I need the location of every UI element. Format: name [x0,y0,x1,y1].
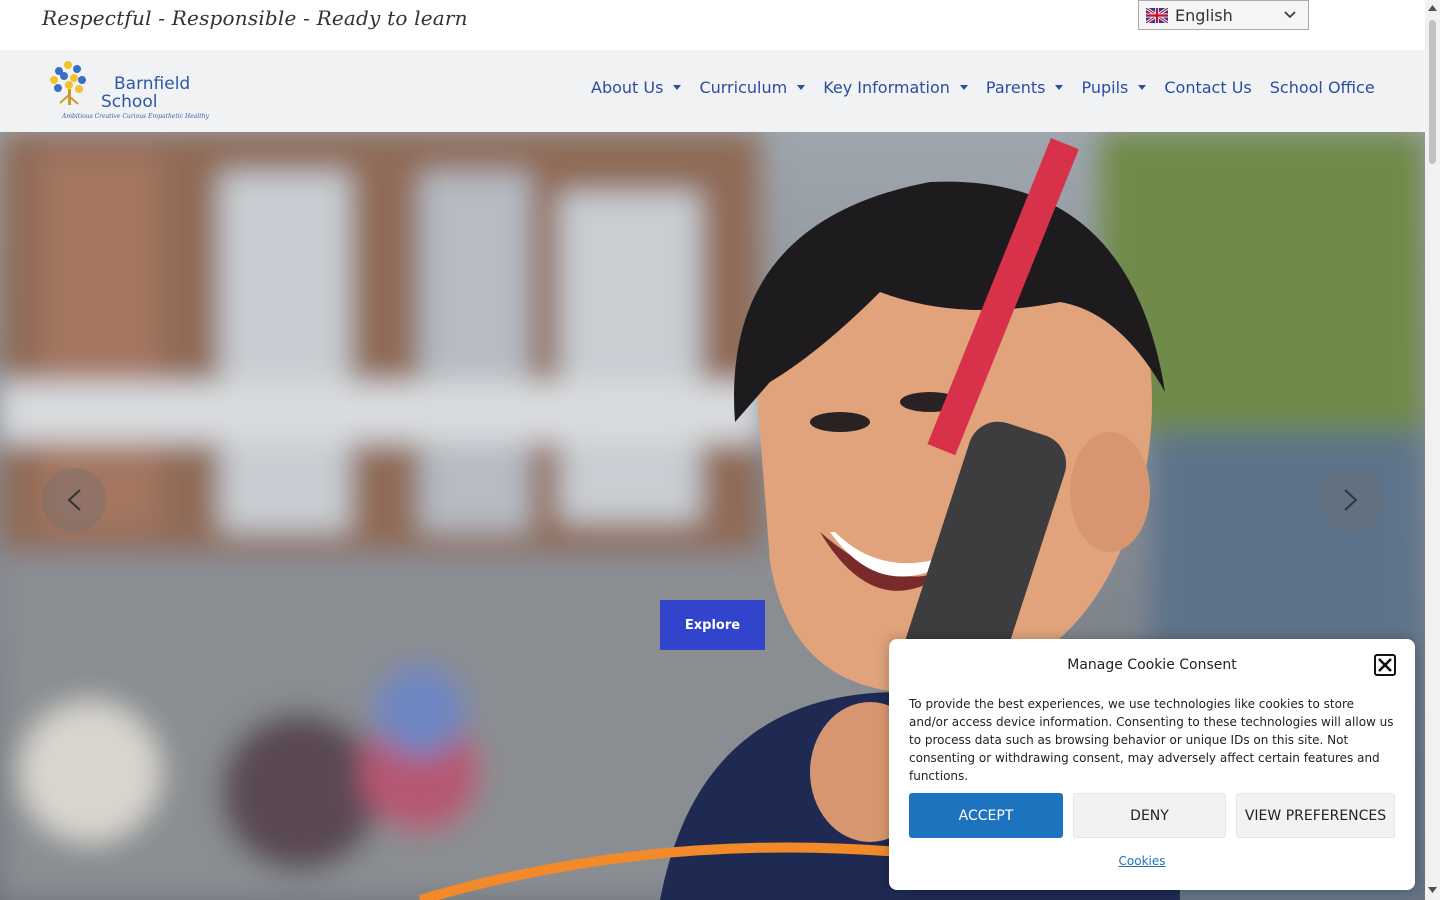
cookie-title: Manage Cookie Consent [1067,657,1237,673]
nav-label: Parents [985,78,1046,97]
main-nav: About Us Curriculum Key Information Pare… [591,78,1393,97]
scroll-down-arrow-icon[interactable] [1428,886,1437,894]
nav-item-parents[interactable]: Parents [986,78,1064,97]
chevron-right-icon [1344,489,1358,511]
slider-prev-button[interactable] [42,468,106,532]
nav-label: School Office [1269,78,1375,97]
dropdown-caret-icon [797,85,806,90]
view-preferences-button[interactable]: VIEW PREFERENCES [1236,793,1395,838]
nav-label: Curriculum [699,78,788,97]
school-logo[interactable]: Barnfield School Ambitious Creative Curi… [44,55,209,125]
dropdown-caret-icon [673,85,682,90]
nav-item-about-us[interactable]: About Us [591,78,682,97]
nav-label: Contact Us [1164,78,1252,97]
cookie-consent-dialog: Manage Cookie Consent To provide the bes… [889,639,1415,890]
nav-item-school-office[interactable]: School Office [1270,78,1375,97]
accept-button[interactable]: ACCEPT [909,793,1063,838]
nav-label: Key Information [823,78,950,97]
nav-item-curriculum[interactable]: Curriculum [699,78,806,97]
dropdown-caret-icon [1055,85,1064,90]
school-tagline: Respectful - Responsible - Ready to lear… [42,6,468,30]
slider-next-button[interactable] [1319,468,1383,532]
scroll-thumb[interactable] [1429,20,1436,164]
chevron-down-icon [1284,11,1296,19]
language-label: English [1175,5,1233,25]
close-icon [1378,658,1392,672]
logo-name-line1: Barnfield [114,74,191,94]
top-bar: Respectful - Responsible - Ready to lear… [0,0,1425,50]
deny-button[interactable]: DENY [1073,793,1226,838]
chevron-left-icon [67,489,81,511]
dropdown-caret-icon [1138,85,1147,90]
close-button[interactable] [1374,654,1396,676]
dropdown-caret-icon [959,85,968,90]
nav-item-contact-us[interactable]: Contact Us [1164,78,1251,97]
logo-name-line2: School [101,92,158,112]
nav-item-pupils[interactable]: Pupils [1081,78,1147,97]
uk-flag-icon [1146,7,1168,23]
cookies-policy-link[interactable]: Cookies [889,854,1395,868]
logo-motto: Ambitious Creative Curious Empathetic He… [62,113,209,120]
nav-item-key-information[interactable]: Key Information [823,78,968,97]
nav-label: About Us [591,78,664,97]
scroll-up-arrow-icon[interactable] [1428,4,1437,12]
language-select[interactable]: English [1138,0,1309,30]
site-header: Barnfield School Ambitious Creative Curi… [0,50,1425,132]
nav-label: Pupils [1081,78,1129,97]
page-scrollbar[interactable] [1425,0,1440,900]
cookie-message: To provide the best experiences, we use … [909,697,1394,783]
explore-button[interactable]: Explore [660,600,765,650]
